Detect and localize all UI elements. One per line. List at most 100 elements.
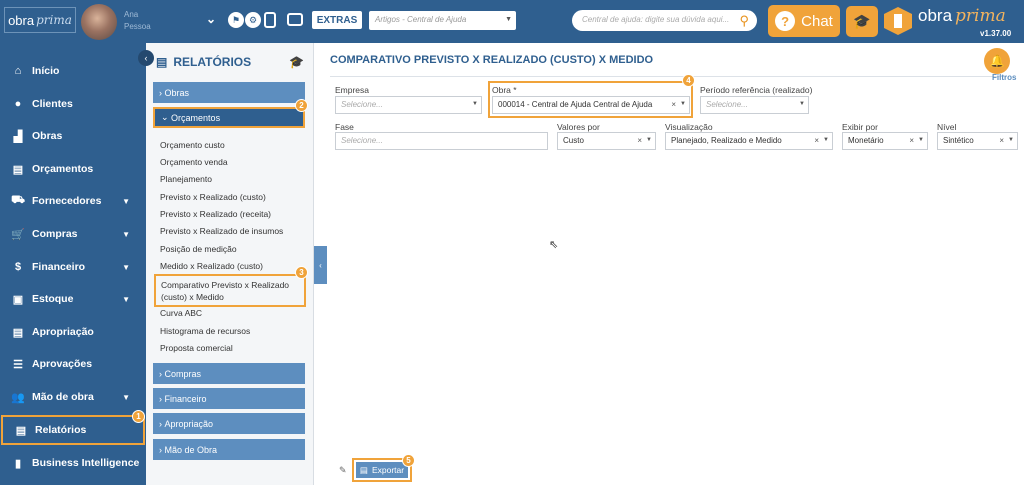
reports-panel: ▤ RELATÓRIOS 🎓 › Obras ⌄ Orçamentos Orçam… [146, 43, 314, 485]
report-previsto-realizado-custo[interactable]: Previsto x Realizado (custo) [160, 192, 266, 202]
group-compras[interactable]: › Compras [153, 363, 305, 384]
periodo-select[interactable]: Selecione... ▼ [700, 96, 809, 114]
graduation-cap-icon[interactable]: 🎓 [289, 55, 304, 69]
clear-icon[interactable]: × [909, 136, 914, 145]
home-icon: ⌂ [14, 65, 22, 77]
exibir-select[interactable]: Monetário × ▼ [842, 132, 928, 150]
sidebar: ⌂ Início ● Clientes ▟ Obras ▤ Orçamentos ⛟ Fo… [0, 43, 146, 485]
sidebar-item-mao-de-obra[interactable]: 👥 Mão de obra ▼ [0, 382, 146, 412]
avatar[interactable] [81, 4, 117, 40]
sidebar-item-apropriacao[interactable]: ▤ Apropriação [0, 317, 146, 347]
group-orcamentos[interactable]: ⌄ Orçamentos [153, 107, 305, 128]
sidebar-item-obras[interactable]: ▟ Obras [0, 121, 146, 151]
report-orcamento-venda[interactable]: Orçamento venda [160, 157, 228, 167]
gear-icon[interactable]: ⚙ [245, 12, 261, 28]
app-logo[interactable]: obra prima [4, 7, 76, 33]
top-bar: obra prima Ana Pessoa ⌄ ⚑ ⚙ EXTRAS Artigo… [0, 0, 1024, 43]
obra-label: Obra * [492, 85, 517, 95]
sidebar-item-relatorios[interactable]: ▤ Relatórios [1, 415, 145, 445]
bar-chart-icon: ▮ [14, 457, 22, 470]
help-articles-select[interactable]: Artigos - Central de Ajuda ▼ [369, 11, 516, 30]
group-apropriacao[interactable]: › Apropriação [153, 413, 305, 434]
brand-logo-icon [884, 7, 912, 35]
search-icon[interactable]: ⚲ [739, 13, 749, 29]
building-icon: ▟ [13, 130, 23, 143]
report-comparativo-previsto-realizado-medido[interactable]: Comparativo Previsto x Realizado (custo)… [154, 274, 306, 307]
step-badge-5: 5 [402, 454, 415, 467]
graduation-cap-icon[interactable]: 🎓 [846, 6, 878, 37]
clear-icon[interactable]: × [637, 136, 642, 145]
clear-icon[interactable]: × [671, 100, 676, 109]
sidebar-item-clientes[interactable]: ● Clientes [0, 89, 146, 119]
mobile-icon[interactable] [264, 12, 276, 28]
sidebar-item-estoque[interactable]: ▣ Estoque ▼ [0, 284, 146, 314]
fase-input[interactable]: Selecione... [335, 132, 548, 150]
truck-icon: ⛟ [11, 194, 25, 206]
caret-down-icon: ▼ [823, 137, 829, 143]
nivel-select[interactable]: Sintético × ▼ [937, 132, 1018, 150]
user-icon: ● [14, 98, 22, 110]
report-histograma-recursos[interactable]: Histograma de recursos [160, 326, 250, 336]
brand-name: obra prima [918, 6, 1006, 26]
panel-title: ▤ RELATÓRIOS [156, 55, 252, 69]
exibir-label: Exibir por [842, 122, 878, 132]
report-medido-realizado-custo[interactable]: Medido x Realizado (custo) [160, 261, 263, 271]
report-icon: ▤ [156, 55, 168, 69]
sidebar-collapse-button[interactable]: ‹ [138, 50, 154, 66]
help-search-input[interactable]: Central de ajuda: digite sua dúvida aqui… [572, 10, 757, 31]
visualizacao-select[interactable]: Planejado, Realizado e Medido × ▼ [665, 132, 833, 150]
edit-icon[interactable]: ✎ [339, 465, 347, 476]
report-posicao-medicao[interactable]: Posição de medição [160, 244, 237, 254]
group-mao-de-obra[interactable]: › Mão de Obra [153, 439, 305, 460]
chat-button[interactable]: ? Chat [768, 5, 840, 37]
group-financeiro[interactable]: › Financeiro [153, 388, 305, 409]
periodo-label: Período referência (realizado) [700, 85, 813, 95]
report-proposta-comercial[interactable]: Proposta comercial [160, 343, 233, 353]
clear-icon[interactable]: × [999, 136, 1004, 145]
filters-toggle[interactable]: Filtros [992, 73, 1016, 82]
extras-button[interactable]: EXTRAS [312, 11, 362, 29]
chevron-down-icon[interactable]: ⌄ [206, 12, 216, 26]
document-icon: ▤ [12, 326, 24, 339]
chevron-down-icon: ▼ [122, 294, 130, 304]
clear-icon[interactable]: × [814, 136, 819, 145]
caret-down-icon: ▼ [680, 101, 686, 107]
report-curva-abc[interactable]: Curva ABC [160, 308, 202, 318]
dollar-icon: $ [14, 261, 22, 273]
empresa-select[interactable]: Selecione... ▼ [335, 96, 482, 114]
report-previsto-realizado-receita[interactable]: Previsto x Realizado (receita) [160, 209, 271, 219]
step-badge-3: 3 [295, 266, 308, 279]
step-badge-1: 1 [132, 410, 145, 423]
caret-down-icon: ▼ [505, 16, 512, 23]
step-badge-2: 2 [295, 99, 308, 112]
obra-select[interactable]: 000014 - Central de Ajuda Central de Aju… [492, 96, 690, 114]
group-obras[interactable]: › Obras [153, 82, 305, 103]
list-check-icon: ☰ [13, 358, 23, 371]
sidebar-item-fornecedores[interactable]: ⛟ Fornecedores ▼ [0, 186, 146, 216]
document-icon: ▤ [12, 163, 24, 176]
sidebar-item-orcamentos[interactable]: ▤ Orçamentos [0, 154, 146, 184]
monitor-icon[interactable] [287, 13, 303, 26]
caret-down-icon: ▼ [918, 137, 924, 143]
sidebar-item-financeiro[interactable]: $ Financeiro ▼ [0, 252, 146, 282]
bell-icon[interactable]: 🔔 [984, 48, 1010, 74]
report-previsto-realizado-insumos[interactable]: Previsto x Realizado de insumos [160, 226, 283, 236]
panel-toggle-button[interactable]: ‹ [314, 246, 327, 284]
chevron-down-icon: ▼ [122, 196, 130, 206]
sidebar-item-aprovacoes[interactable]: ☰ Aprovações [0, 349, 146, 379]
file-icon: ▤ [359, 464, 368, 475]
valores-select[interactable]: Custo × ▼ [557, 132, 656, 150]
chevron-down-icon: ⌄ [161, 112, 172, 122]
divider [330, 76, 1006, 77]
sidebar-item-business-intelligence[interactable]: ▮ Business Intelligence [0, 448, 146, 478]
chevron-down-icon: ▼ [122, 392, 130, 402]
report-orcamento-custo[interactable]: Orçamento custo [160, 140, 225, 150]
report-planejamento[interactable]: Planejamento [160, 174, 212, 184]
user-subtitle: Pessoa [124, 22, 151, 31]
export-button[interactable]: ▤ Exportar [356, 462, 408, 478]
question-icon: ? [775, 11, 796, 31]
flag-icon[interactable]: ⚑ [228, 12, 244, 28]
sidebar-item-compras[interactable]: 🛒 Compras ▼ [0, 219, 146, 249]
sidebar-item-inicio[interactable]: ⌂ Início [0, 56, 146, 86]
cart-icon: 🛒 [11, 228, 25, 241]
